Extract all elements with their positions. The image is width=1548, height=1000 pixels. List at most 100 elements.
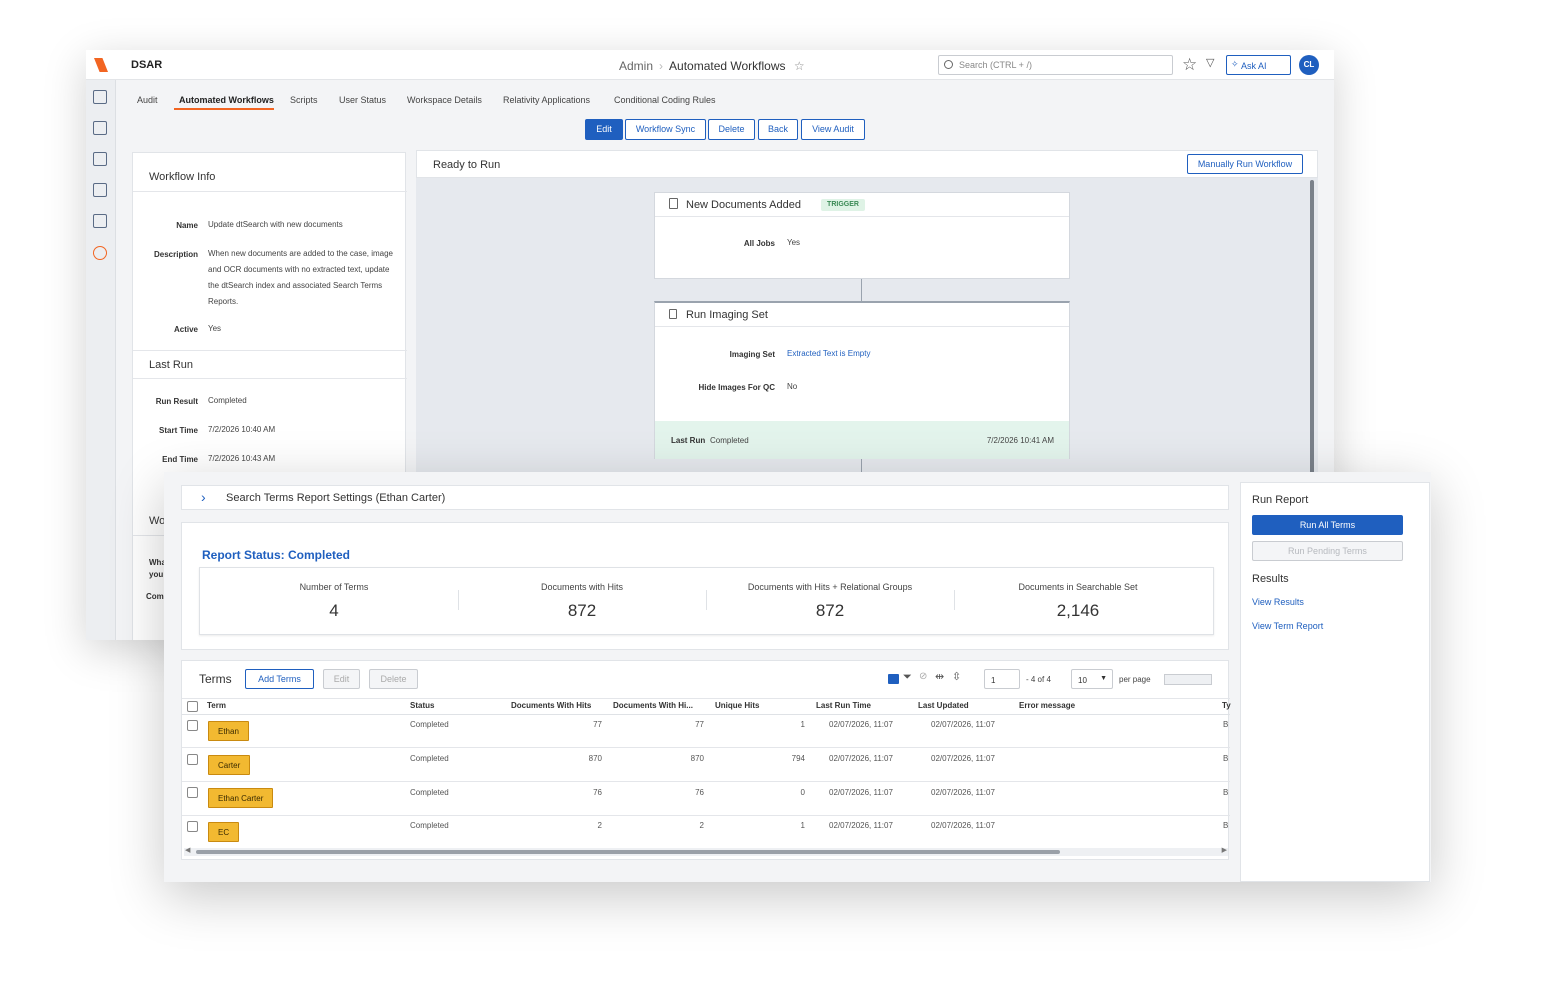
column-header-unique-hits[interactable]: Unique Hits [715, 701, 759, 710]
ask-ai-button[interactable]: ✧ Ask AI [1226, 55, 1291, 75]
column-header-last-run-time[interactable]: Last Run Time [816, 701, 871, 710]
name-value: Update dtSearch with new documents [208, 220, 343, 229]
breadcrumb: Admin › Automated Workflows ☆ [619, 59, 805, 73]
chevron-down-icon[interactable]: ▽ [1206, 56, 1214, 69]
start-time-label: Start Time [159, 426, 198, 435]
end-time-value: 7/2/2026 10:43 AM [208, 454, 276, 463]
breadcrumb-admin[interactable]: Admin [619, 59, 653, 73]
row-checkbox[interactable] [187, 821, 198, 832]
pagination-controls[interactable] [1164, 674, 1212, 685]
tab-relativity-applications[interactable]: Relativity Applications [503, 95, 590, 105]
scroll-right-icon[interactable]: ▶ [1222, 846, 1227, 854]
column-header-error-message[interactable]: Error message [1019, 701, 1075, 710]
run-result-label: Run Result [155, 397, 198, 406]
horizontal-scrollbar[interactable]: ◀ ▶ [184, 846, 1228, 856]
tab-automated-workflows[interactable]: Automated Workflows [179, 95, 274, 105]
edit-button[interactable]: Edit [585, 119, 623, 140]
scroll-left-icon[interactable]: ◀ [185, 846, 190, 854]
term-chip[interactable]: Ethan Carter [208, 788, 274, 808]
favorites-star-icon[interactable]: ☆ [1182, 55, 1197, 75]
tab-user-status[interactable]: User Status [339, 95, 386, 105]
term-chip[interactable]: Carter [208, 755, 251, 775]
results-title: Results [1252, 573, 1289, 585]
user-icon[interactable] [93, 121, 107, 135]
type-cell: B [1223, 754, 1229, 763]
term-chip[interactable]: Ethan [208, 721, 249, 741]
stat-value: 2,146 [1056, 601, 1100, 620]
unique-hits-cell: 794 [791, 754, 805, 763]
terms-panel: Terms Add Terms Edit Delete ⏷ ⊘ ⇹ ⇳ 1 - … [181, 660, 1231, 860]
back-button[interactable]: Back [758, 119, 798, 140]
hierarchy-icon[interactable] [93, 183, 107, 197]
imaging-set-link[interactable]: Extracted Text is Empty [787, 346, 870, 362]
divider [954, 590, 955, 610]
all-jobs-label: All Jobs [743, 239, 775, 248]
view-audit-button[interactable]: View Audit [801, 119, 865, 140]
view-term-report-link[interactable]: View Term Report [1252, 621, 1323, 631]
column-header-term[interactable]: Term [207, 701, 226, 710]
select-all-checkbox[interactable] [187, 701, 198, 712]
report-settings-title: Search Terms Report Settings (Ethan Cart… [226, 492, 446, 504]
per-page-select[interactable]: 10 ▼ [1071, 669, 1113, 689]
docs-relational-cell: 77 [695, 720, 704, 729]
docs-cell: 2 [597, 821, 602, 830]
search-input[interactable]: Search (CTRL + /) [938, 55, 1173, 75]
list-add-icon[interactable] [93, 214, 107, 228]
column-header-type[interactable]: Ty [1222, 701, 1231, 710]
canvas-scrollbar[interactable] [1310, 180, 1314, 520]
gear-icon[interactable] [93, 246, 107, 260]
column-width-icon[interactable]: ⇹ [935, 670, 944, 683]
row-height-icon[interactable]: ⇳ [952, 670, 961, 683]
export-icon[interactable] [888, 674, 899, 684]
row-checkbox[interactable] [187, 787, 198, 798]
delete-terms-button[interactable]: Delete [369, 669, 418, 689]
column-header-last-updated[interactable]: Last Updated [918, 701, 969, 710]
stat-value: 872 [815, 601, 845, 620]
edit-terms-button[interactable]: Edit [323, 669, 360, 689]
avatar[interactable]: CL [1299, 55, 1319, 75]
stat-label: Documents with Hits + Relational Groups [747, 582, 913, 592]
column-header-documents-with-hits-relational[interactable]: Documents With Hi... [613, 701, 693, 710]
column-header-status[interactable]: Status [410, 701, 434, 710]
workflow-sync-button[interactable]: Workflow Sync [625, 119, 706, 140]
filter-icon[interactable]: ⏷ [903, 671, 912, 684]
manually-run-workflow-button[interactable]: Manually Run Workflow [1187, 154, 1303, 174]
favorite-star-icon[interactable]: ☆ [794, 59, 805, 73]
page-input[interactable]: 1 [984, 669, 1020, 689]
clear-filter-icon[interactable]: ⊘ [919, 671, 927, 682]
tab-scripts[interactable]: Scripts [290, 95, 318, 105]
last-run-bar-label: Last Run [671, 436, 706, 445]
delete-button[interactable]: Delete [708, 119, 755, 140]
term-chip[interactable]: EC [208, 822, 240, 842]
trigger-node-title: New Documents Added [686, 199, 801, 211]
tab-audit[interactable]: Audit [137, 95, 158, 105]
run-pending-terms-button[interactable]: Run Pending Terms [1252, 541, 1403, 561]
last-run-cell: 02/07/2026, 11:07 [829, 754, 893, 763]
type-cell: B [1223, 821, 1229, 830]
docs-cell: 77 [593, 720, 602, 729]
last-run-bar-time: 7/2/2026 10:41 AM [986, 436, 1054, 445]
add-terms-button[interactable]: Add Terms [245, 669, 314, 689]
report-settings-header[interactable]: › Search Terms Report Settings (Ethan Ca… [181, 485, 1229, 510]
report-status-panel: Report Status: Completed Number of Terms… [181, 522, 1229, 650]
scroll-thumb[interactable] [196, 850, 1060, 854]
chevron-right-icon[interactable]: › [201, 489, 206, 505]
docs-relational-cell: 870 [690, 754, 704, 763]
imaging-node[interactable]: Run Imaging Set Imaging Set Extracted Te… [654, 301, 1070, 459]
column-header-documents-with-hits[interactable]: Documents With Hits [511, 701, 591, 710]
last-updated-cell: 02/07/2026, 11:07 [931, 720, 995, 729]
tab-conditional-coding-rules[interactable]: Conditional Coding Rules [614, 95, 716, 105]
run-all-terms-button[interactable]: Run All Terms [1252, 515, 1403, 535]
unique-hits-cell: 1 [800, 821, 805, 830]
tab-workspace-details[interactable]: Workspace Details [407, 95, 482, 105]
row-checkbox[interactable] [187, 754, 198, 765]
divider [133, 350, 407, 351]
document-icon[interactable] [93, 152, 107, 166]
view-results-link[interactable]: View Results [1252, 597, 1304, 607]
import-icon[interactable] [93, 90, 107, 104]
report-status-title: Report Status: Completed [202, 548, 351, 562]
trigger-node[interactable]: New Documents Added TRIGGER All Jobs Yes [654, 192, 1070, 279]
divider [182, 714, 1230, 715]
row-divider [182, 747, 1230, 748]
row-checkbox[interactable] [187, 720, 198, 731]
